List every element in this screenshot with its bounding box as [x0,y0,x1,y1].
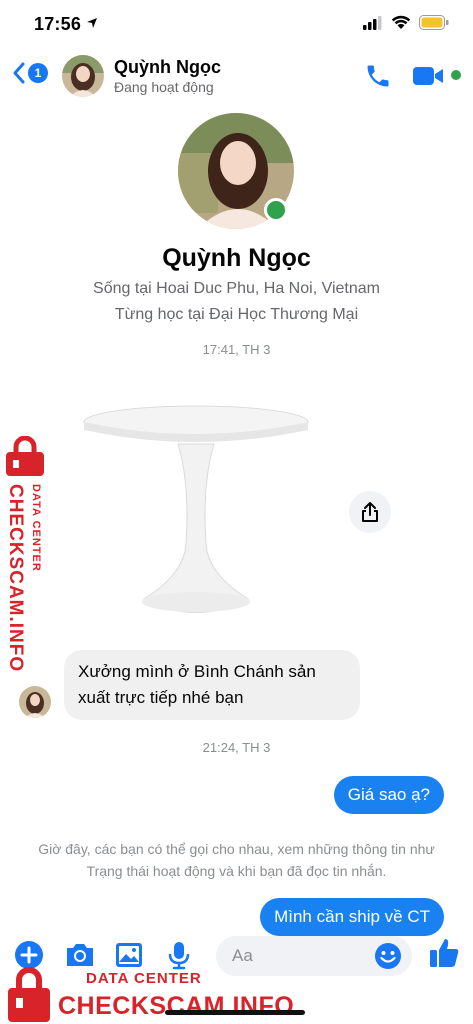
location-arrow-icon [87,18,97,28]
shared-photo[interactable] [66,394,326,626]
status-icons [363,15,449,30]
video-call-button[interactable] [412,64,446,93]
watermark-brand-vertical: CHECKSCAM.INFO [5,484,26,673]
phone-icon [367,65,389,87]
watermark-label-vertical: DATA CENTER [30,484,42,572]
avatar[interactable] [62,55,104,97]
wifi-icon [391,15,411,29]
battery-icon [419,15,449,30]
status-bar: 17:56 [0,0,473,48]
watermark-label: DATA CENTER [86,970,202,987]
unread-badge: 1 [28,63,48,83]
profile-online-indicator [264,198,288,222]
message-timestamp: 17:41, TH 3 [202,342,271,357]
voice-call-button[interactable] [364,62,392,95]
share-button[interactable] [349,491,391,533]
lock-icon [6,436,44,476]
outgoing-message[interactable]: Giá sao ạ? [333,776,444,814]
contact-name[interactable]: Quỳnh Ngọc [114,57,221,78]
video-camera-icon [413,67,443,85]
chat-header: 1 Quỳnh Ngọc Đang hoạt động [0,48,473,106]
profile-studied-at: Từng học tại Đại Học Thương Mại [114,306,359,323]
home-indicator [165,1010,305,1015]
table-photo [66,394,326,626]
watermark-vertical: CHECKSCAM.INFO DATA CENTER [2,436,52,672]
sender-avatar-photo [19,686,51,718]
sender-avatar [19,686,51,718]
profile-name: Quỳnh Ngọc [162,244,311,272]
watermark-brand: CHECKSCAM.INFO [58,992,295,1020]
online-indicator [451,70,461,80]
back-button[interactable]: 1 [12,62,48,84]
system-notice: Giờ đây, các bạn có thể gọi cho nhau, xe… [38,841,435,879]
profile-lives-in: Sống tại Hoai Duc Phu, Ha Noi, Vietnam [93,280,380,297]
message-timestamp: 21:24, TH 3 [202,740,271,755]
lock-icon [8,967,50,1022]
status-time: 17:56 [34,14,82,34]
avatar-photo [62,55,104,97]
active-status: Đang hoạt động [114,79,214,95]
signal-icon [363,15,382,30]
incoming-message[interactable]: Xưởng mình ở Bình Chánh sản xuất trực ti… [64,650,360,720]
chevron-left-icon [13,62,25,84]
share-icon [362,502,378,522]
